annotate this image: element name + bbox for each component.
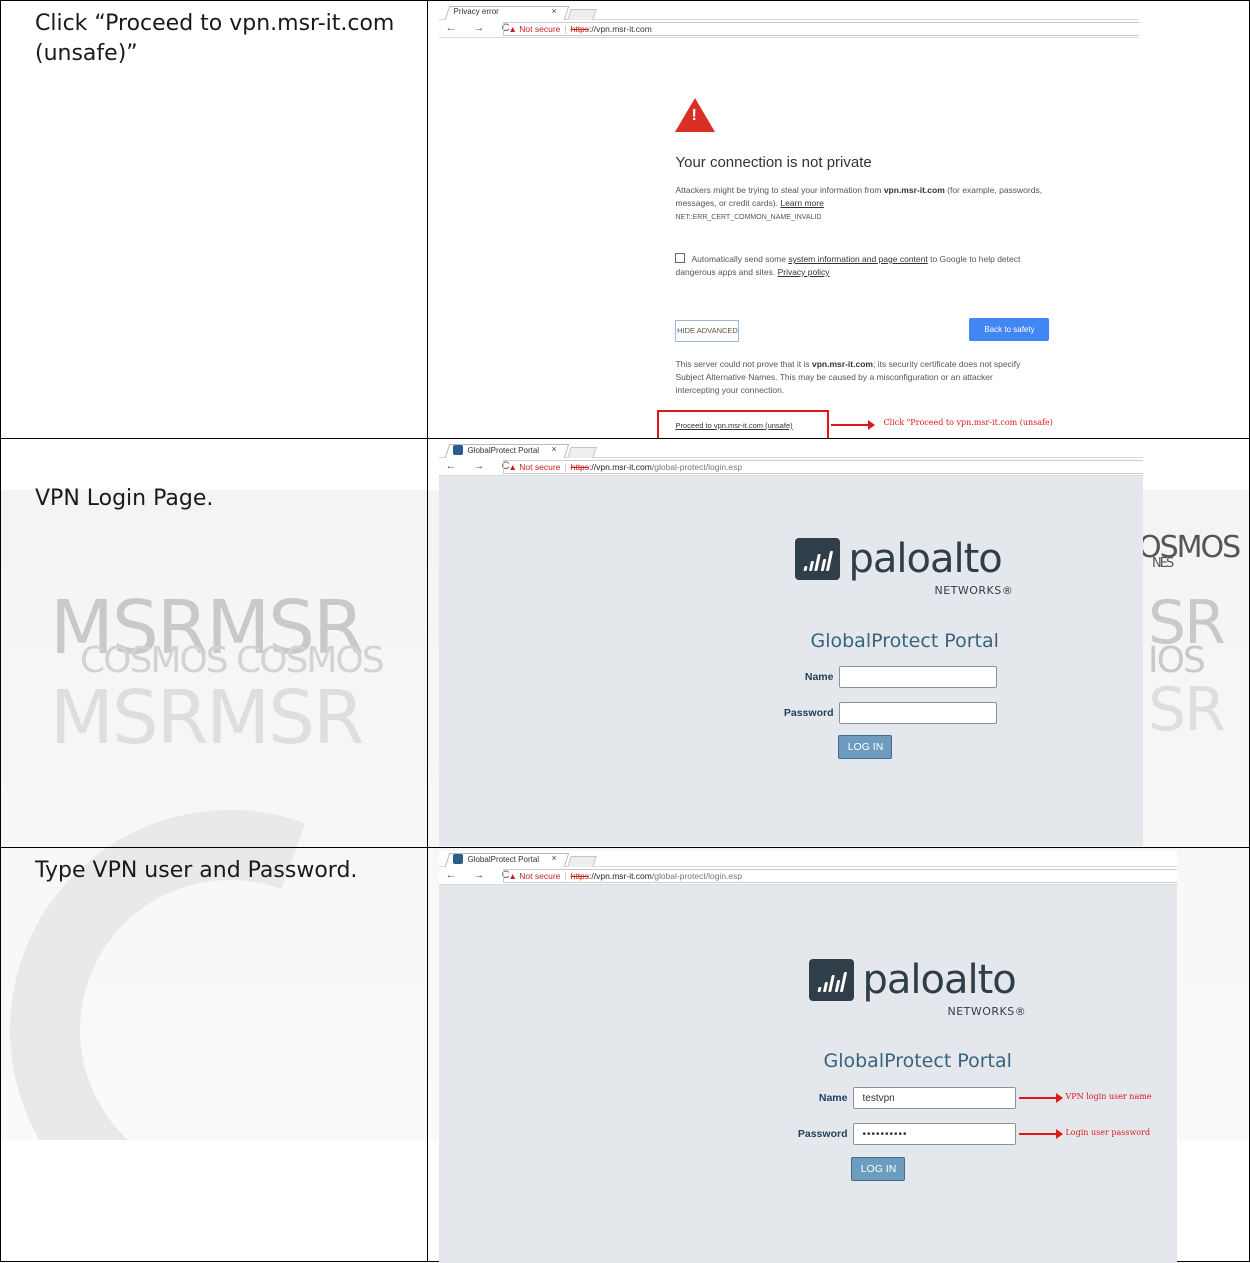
portal-title: GlobalProtect Portal — [823, 1050, 1012, 1072]
globalprotect-favicon-icon — [453, 854, 464, 864]
password-label: Password — [797, 1128, 848, 1140]
advanced-details: This server could not prove that it is v… — [675, 359, 1021, 395]
tab-title: Privacy error — [453, 7, 499, 16]
tab-title: GlobalProtect Portal — [467, 854, 540, 864]
annotation-arrow — [1019, 1129, 1064, 1139]
tab-close-icon[interactable]: × — [551, 444, 556, 454]
instruction-cell: Type VPN user and Password. — [0, 847, 429, 1262]
url-field[interactable]: ▲ Not secure | https://vpn.msr-it.com — [503, 22, 1140, 36]
url-host: ://vpn.msr-it.com — [589, 24, 652, 34]
screenshot-cell: GlobalProtect Portal × ← → C ▲ Not secur… — [427, 847, 1250, 1263]
auto-send-option: Automatically send some system informati… — [675, 253, 1021, 277]
screenshot-cell: GlobalProtect Portal × ← → C ▲ Not secur… — [427, 438, 1250, 848]
browser-window: GlobalProtect Portal × ← → C ▲ Not secur… — [439, 851, 1178, 1263]
privacy-error-page: ! Your connection is not private Attacke… — [439, 38, 1140, 438]
back-to-safety-button[interactable]: Back to safety — [969, 318, 1050, 341]
new-tab-button[interactable] — [567, 447, 598, 458]
password-input[interactable]: •••••••••• — [853, 1123, 1017, 1145]
address-bar: ← → C ▲ Not secure | https://vpn.msr-it.co… — [439, 20, 1140, 38]
logo-subtitle: NETWORKS® — [947, 1005, 1027, 1018]
name-input[interactable] — [839, 666, 998, 688]
instruction-text: Click “Proceed to vpn.msr-it.com (unsafe… — [35, 11, 395, 66]
url-scheme: https — [570, 871, 590, 881]
password-label: Password — [783, 707, 834, 719]
not-secure-label: Not secure — [519, 871, 561, 881]
logo-wordmark: paloalto — [862, 957, 1016, 1003]
instruction-text: VPN Login Page. — [35, 486, 214, 511]
url-field[interactable]: ▲ Not secure | https://vpn.msr-it.com/glob… — [503, 869, 1178, 883]
warning-icon: ▲ — [508, 462, 517, 472]
login-button[interactable]: LOG IN — [851, 1157, 906, 1181]
login-page: paloalto NETWORKS® GlobalProtect Portal … — [439, 885, 1178, 1263]
browser-window: GlobalProtect Portal × ← → C ▲ Not secur… — [439, 442, 1144, 846]
page-heading: Your connection is not private — [675, 154, 872, 171]
url-path: /global-protect/login.esp — [651, 462, 743, 472]
privacy-policy-link[interactable]: Privacy policy — [778, 267, 830, 277]
tab-strip: GlobalProtect Portal × — [439, 442, 1144, 458]
instruction-text: Type VPN user and Password. — [35, 858, 358, 883]
tab-strip: Privacy error × — [439, 4, 1140, 20]
login-page: paloalto NETWORKS® GlobalProtect Portal … — [439, 476, 1144, 846]
error-code: NET::ERR_CERT_COMMON_NAME_INVALID — [675, 214, 822, 221]
instruction-cell: Click “Proceed to vpn.msr-it.com (unsafe… — [0, 0, 429, 439]
annotation-arrow — [831, 420, 876, 430]
name-label: Name — [818, 1092, 848, 1104]
annotation-user-text: VPN login user name — [1065, 1092, 1152, 1101]
new-tab-button[interactable] — [567, 9, 598, 20]
logo-subtitle: NETWORKS® — [934, 584, 1014, 597]
address-bar: ← → C ▲ Not secure | https://vpn.msr-it.co… — [439, 867, 1178, 885]
browser-window: Privacy error × ← → C ▲ Not secure | https… — [439, 4, 1140, 438]
url-scheme: https — [570, 462, 590, 472]
address-bar: ← → C ▲ Not secure | https://vpn.msr-it.co… — [439, 458, 1144, 476]
tab-close-icon[interactable]: × — [551, 853, 556, 863]
warning-icon: ▲ — [508, 871, 517, 881]
tab-title: GlobalProtect Portal — [467, 445, 540, 455]
not-secure-label: Not secure — [519, 24, 561, 34]
url-field[interactable]: ▲ Not secure | https://vpn.msr-it.com/glob… — [503, 460, 1144, 474]
instruction-table: Click “Proceed to vpn.msr-it.com (unsafe… — [0, 0, 1250, 1263]
warning-triangle-icon: ! — [675, 98, 716, 132]
annotation-text: Click "Proceed to vpn.msr-it.com (unsafe… — [883, 418, 1053, 427]
url-scheme: https — [570, 24, 590, 34]
paloalto-logo: paloalto — [795, 536, 1003, 582]
logo-wordmark: paloalto — [848, 536, 1002, 582]
hide-advanced-button[interactable]: HIDE ADVANCED — [675, 320, 740, 342]
url-host: ://vpn.msr-it.com — [589, 462, 652, 472]
portal-title: GlobalProtect Portal — [810, 630, 999, 652]
paloalto-logo: paloalto — [809, 957, 1017, 1003]
login-button[interactable]: LOG IN — [838, 735, 893, 759]
name-label: Name — [804, 671, 834, 683]
screenshot-cell: Privacy error × ← → C ▲ Not secure | https… — [427, 0, 1250, 439]
warning-icon: ▲ — [508, 24, 517, 34]
tab-close-icon[interactable]: × — [551, 6, 556, 16]
tab-strip: GlobalProtect Portal × — [439, 851, 1178, 867]
proceed-unsafe-link[interactable]: Proceed to vpn.msr-it.com (unsafe) — [675, 421, 792, 430]
password-input[interactable] — [839, 702, 998, 724]
not-secure-label: Not secure — [519, 462, 561, 472]
paloalto-logo-icon — [795, 538, 841, 580]
url-path: /global-protect/login.esp — [651, 871, 743, 881]
paloalto-logo-icon — [809, 959, 855, 1001]
learn-more-link[interactable]: Learn more — [780, 198, 823, 208]
instruction-cell: VPN Login Page. — [0, 438, 429, 848]
system-info-link[interactable]: system information and page content — [788, 254, 927, 264]
url-host: ://vpn.msr-it.com — [589, 871, 652, 881]
auto-send-checkbox[interactable] — [675, 253, 686, 263]
globalprotect-favicon-icon — [453, 445, 464, 455]
annotation-pass-text: Login user password — [1065, 1128, 1151, 1137]
name-input[interactable]: testvpn — [853, 1087, 1017, 1109]
new-tab-button[interactable] — [567, 856, 598, 867]
annotation-arrow — [1019, 1093, 1064, 1103]
error-description: Attackers might be trying to steal your … — [675, 185, 1043, 221]
